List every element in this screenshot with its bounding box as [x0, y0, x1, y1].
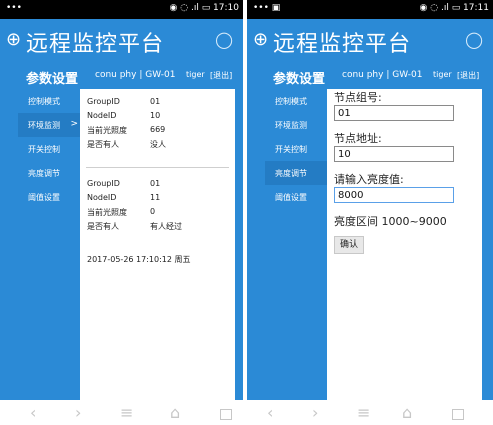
sidebar: 控制模式 环境监测 > 开关控制 亮度调节 阈值设置	[0, 89, 80, 209]
sidebar-item-env-monitor[interactable]: 环境监测	[265, 113, 327, 137]
divider	[86, 167, 229, 168]
row-label: 是否有人	[87, 140, 119, 149]
group-id-input[interactable]	[334, 105, 454, 121]
row-label: 当前光照度	[87, 208, 127, 217]
menu-icon[interactable]: ≡	[357, 403, 370, 422]
page-title: 参数设置	[273, 72, 326, 87]
status-left: •••	[6, 3, 22, 13]
node-block-2: GroupID 01 NodeID 11 当前光照度 0 是否有人 有人经过	[80, 177, 235, 233]
nav-bar: ‹ › ≡ ⌂	[247, 400, 493, 425]
device-label: conu phy | GW-01	[342, 70, 423, 80]
phone-screen-brightness: ••• ▣ ◉ ◌ .ıl ▭ 17:11 ⊕ 远程监控平台 ◯ 参数设置 co…	[247, 0, 493, 425]
sidebar-item-control-mode[interactable]: 控制模式	[265, 89, 327, 113]
row-value: 10	[150, 111, 161, 120]
sidebar-item-label: 亮度调节	[28, 169, 60, 178]
menu-icon[interactable]: ≡	[120, 403, 133, 422]
monitor-content: GroupID 01 NodeID 10 当前光照度 669 是否有人 没人 Group…	[80, 89, 235, 400]
sidebar-item-label: 开关控制	[275, 145, 307, 154]
forward-icon[interactable]: ›	[312, 403, 318, 422]
data-row: NodeID 11	[80, 191, 235, 205]
sidebar-item-threshold[interactable]: 阈值设置	[265, 185, 327, 209]
row-label: NodeID	[87, 111, 117, 120]
sidebar-item-label: 环境监测	[275, 121, 307, 130]
user-name: tiger	[186, 70, 205, 79]
sidebar-item-switch-control[interactable]: 开关控制	[265, 137, 327, 161]
sidebar-item-brightness[interactable]: 亮度调节	[18, 161, 80, 185]
recent-icon[interactable]	[220, 409, 232, 420]
sidebar-item-label: 阈值设置	[275, 193, 307, 202]
sidebar-item-switch-control[interactable]: 开关控制	[18, 137, 80, 161]
brightness-form: 节点组号: 节点地址: 请输入亮度值: 亮度区间 1000~9000 确认	[327, 89, 482, 400]
recent-icon[interactable]	[452, 409, 464, 420]
row-value: 没人	[150, 140, 166, 149]
app-bar: ⊕ 远程监控平台 ◯	[247, 19, 493, 61]
status-bar: ••• ◉ ◌ .ıl ▭ 17:10	[0, 0, 243, 19]
sidebar-item-control-mode[interactable]: 控制模式	[18, 89, 80, 113]
sidebar-item-label: 环境监测	[28, 121, 60, 130]
brightness-input[interactable]	[334, 187, 454, 203]
data-row: 当前光照度 669	[80, 123, 235, 137]
globe-icon: ⊕	[253, 29, 269, 50]
globe-icon: ⊕	[6, 29, 22, 50]
data-row: NodeID 10	[80, 109, 235, 123]
sidebar-item-label: 开关控制	[28, 145, 60, 154]
logout-link[interactable]: [退出]	[457, 70, 479, 81]
brightness-range-note: 亮度区间 1000~9000	[334, 215, 447, 228]
confirm-button[interactable]: 确认	[334, 236, 364, 254]
refresh-icon[interactable]: ◯	[465, 30, 483, 49]
status-right: ◉ ◌ .ıl ▭ 17:11	[419, 3, 489, 13]
chevron-right-icon: >	[70, 119, 78, 129]
back-icon[interactable]: ‹	[267, 403, 273, 422]
app-title: 远程监控平台	[26, 32, 165, 57]
row-value: 有人经过	[150, 222, 182, 231]
data-row: 是否有人 没人	[80, 137, 235, 151]
nav-bar: ‹ › ≡ ⌂	[0, 400, 243, 425]
row-value: 01	[150, 97, 161, 106]
device-label: conu phy | GW-01	[95, 70, 176, 80]
sidebar: 控制模式 环境监测 开关控制 亮度调节 阈值设置	[247, 89, 327, 209]
group-id-label: 节点组号:	[334, 91, 382, 104]
back-icon[interactable]: ‹	[30, 403, 36, 422]
brightness-label: 请输入亮度值:	[334, 173, 404, 186]
data-row: 当前光照度 0	[80, 205, 235, 219]
app-bar: ⊕ 远程监控平台 ◯	[0, 19, 243, 61]
row-label: 是否有人	[87, 222, 119, 231]
logout-link[interactable]: [退出]	[210, 70, 232, 81]
sidebar-item-env-monitor[interactable]: 环境监测 >	[18, 113, 80, 137]
row-label: 当前光照度	[87, 126, 127, 135]
row-value: 669	[150, 125, 166, 134]
app-title: 远程监控平台	[273, 32, 412, 57]
status-left: ••• ▣	[253, 3, 281, 13]
data-row: GroupID 01	[80, 177, 235, 191]
home-icon[interactable]: ⌂	[402, 403, 412, 422]
sidebar-item-label: 控制模式	[28, 97, 60, 106]
page-title: 参数设置	[26, 72, 79, 87]
row-label: NodeID	[87, 193, 117, 202]
node-block-1: GroupID 01 NodeID 10 当前光照度 669 是否有人 没人	[80, 95, 235, 151]
row-value: 0	[150, 207, 156, 216]
home-icon[interactable]: ⌂	[170, 403, 180, 422]
sidebar-item-brightness[interactable]: 亮度调节	[265, 161, 327, 185]
sidebar-item-label: 阈值设置	[28, 193, 60, 202]
page-header: 参数设置 conu phy | GW-01 tiger [退出]	[247, 61, 493, 89]
row-label: GroupID	[87, 179, 120, 188]
status-right: ◉ ◌ .ıl ▭ 17:10	[169, 3, 239, 13]
node-address-input[interactable]	[334, 146, 454, 162]
status-bar: ••• ▣ ◉ ◌ .ıl ▭ 17:11	[247, 0, 493, 19]
user-name: tiger	[433, 70, 452, 79]
row-value: 01	[150, 179, 161, 188]
row-value: 11	[150, 193, 161, 202]
data-row: GroupID 01	[80, 95, 235, 109]
sidebar-item-label: 亮度调节	[275, 169, 307, 178]
sidebar-item-label: 控制模式	[275, 97, 307, 106]
forward-icon[interactable]: ›	[75, 403, 81, 422]
row-label: GroupID	[87, 97, 120, 106]
data-row: 是否有人 有人经过	[80, 219, 235, 233]
phone-screen-monitoring: ••• ◉ ◌ .ıl ▭ 17:10 ⊕ 远程监控平台 ◯ 参数设置 conu…	[0, 0, 243, 425]
timestamp: 2017-05-26 17:10:12 周五	[87, 255, 191, 264]
page-header: 参数设置 conu phy | GW-01 tiger [退出]	[0, 61, 243, 89]
node-address-label: 节点地址:	[334, 132, 382, 145]
refresh-icon[interactable]: ◯	[215, 30, 233, 49]
sidebar-item-threshold[interactable]: 阈值设置	[18, 185, 80, 209]
